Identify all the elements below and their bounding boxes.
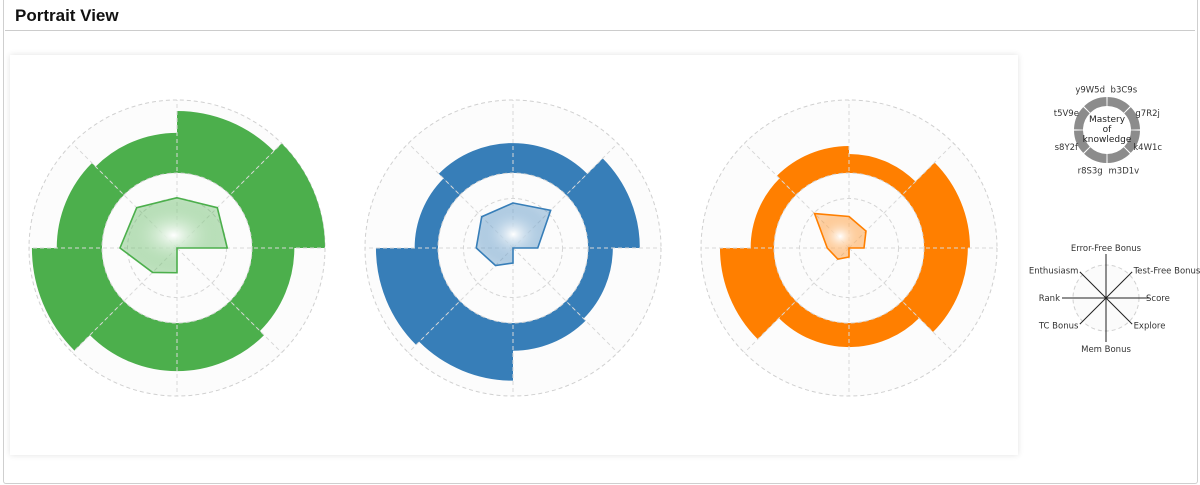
legend-label: m3D1v — [1109, 167, 1140, 177]
legend-axis-label: Rank — [1039, 294, 1060, 304]
legend-axis-label: Test-Free Bonus — [1133, 266, 1200, 276]
legend-label: b3C9s — [1111, 85, 1138, 95]
legend-label: g7R2j — [1135, 109, 1159, 119]
charts-canvas: b3C9s g7R2j k4W1c m3D1v r8S3g s8Y2f t5V9e y9W5d… — [28, 85, 1200, 397]
polar-chart-green — [28, 99, 326, 397]
legend-label: s8Y2f — [1055, 143, 1079, 153]
axis-legend: Error-Free Bonus Test-Free Bonus Score Expl… — [1029, 244, 1200, 355]
legend-segment — [1084, 97, 1107, 113]
legend-center-label: knowledge — [1083, 135, 1132, 145]
legend-axis-label: Enthusiasm — [1029, 266, 1079, 276]
polar-chart-orange — [700, 99, 998, 397]
sector-legend: b3C9s g7R2j k4W1c m3D1v r8S3g s8Y2f t5V9e y9W5d… — [1054, 85, 1163, 176]
legend-axis-label: Explore — [1134, 322, 1166, 332]
legend-label: k4W1c — [1133, 143, 1162, 153]
legend-center-label: of — [1103, 125, 1113, 135]
legend-axis-label: Score — [1146, 294, 1170, 304]
legend-axis-label: Error-Free Bonus — [1071, 244, 1142, 254]
legend-segment — [1107, 97, 1130, 113]
legend-center-label: Mastery — [1089, 115, 1126, 125]
legend-label: t5V9e — [1054, 109, 1079, 119]
legend-axis-label: Mem Bonus — [1081, 345, 1131, 355]
legend-axis-label: TC Bonus — [1038, 322, 1079, 332]
legend-segment — [1107, 147, 1130, 163]
legend-label: r8S3g — [1078, 167, 1103, 177]
legend-label: y9W5d — [1075, 85, 1105, 95]
polar-chart-blue — [364, 99, 662, 397]
legend-segment — [1084, 147, 1107, 163]
